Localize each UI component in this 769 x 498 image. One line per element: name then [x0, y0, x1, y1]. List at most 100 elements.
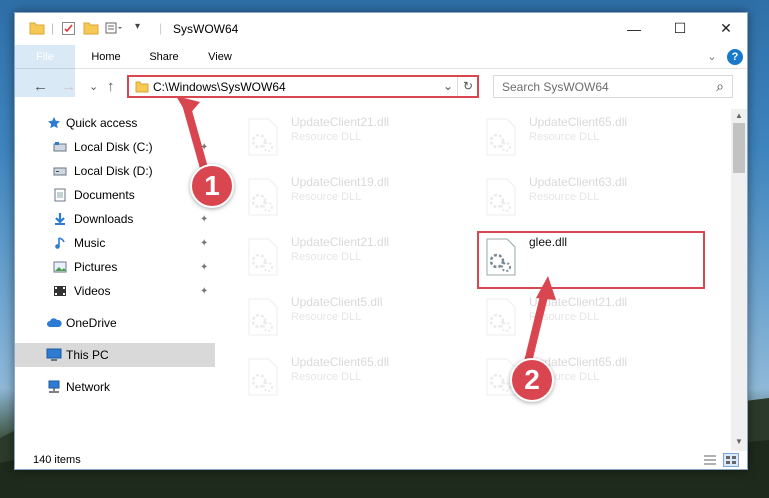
file-item[interactable]: UpdateClient21.dll Resource DLL: [241, 111, 471, 163]
dll-file-icon: [483, 117, 519, 160]
documents-icon: [51, 187, 69, 203]
sidebar-item-label: Music: [74, 236, 106, 250]
pin-icon: ✦: [200, 285, 209, 297]
dll-file-icon: [483, 297, 519, 340]
file-list: UpdateClient21.dll Resource DLL UpdateCl…: [225, 109, 731, 451]
file-name: UpdateClient21.dll: [291, 235, 390, 249]
music-icon: [51, 235, 69, 251]
scroll-down-icon[interactable]: ▼: [735, 437, 743, 446]
drive-icon: [51, 139, 69, 155]
status-bar: 140 items: [15, 451, 747, 471]
pin-icon: ✦: [200, 213, 209, 225]
address-bar[interactable]: C:\Windows\SysWOW64 ⌄ ↻: [127, 75, 479, 98]
dll-file-icon: [245, 357, 281, 400]
file-type: Resource DLL: [291, 131, 362, 143]
sidebar-item-label: Pictures: [74, 260, 118, 274]
sidebar-item-this-pc[interactable]: This PC: [15, 343, 215, 367]
step-2-badge: 2: [510, 358, 554, 402]
file-explorer-window: | ▾ | SysWOW64 — ☐ ✕ File Home Share Vie…: [14, 12, 748, 470]
address-divider: [457, 77, 458, 96]
sidebar-item-onedrive[interactable]: OneDrive: [15, 311, 215, 335]
tab-view[interactable]: View: [197, 45, 243, 69]
sidebar-item-label: OneDrive: [66, 316, 117, 330]
file-name: UpdateClient19.dll: [291, 175, 390, 189]
scrollbar-thumb[interactable]: [733, 123, 745, 173]
maximize-button[interactable]: ☐: [657, 13, 703, 44]
new-folder-icon[interactable]: [83, 21, 99, 35]
tab-share[interactable]: Share: [139, 45, 189, 69]
this-pc-icon: [45, 347, 63, 363]
sidebar-item-pictures[interactable]: Pictures ✦: [15, 255, 215, 279]
vertical-scrollbar[interactable]: ▲ ▼: [731, 109, 747, 451]
glee-dll-highlight-box: [477, 231, 705, 289]
minimize-button[interactable]: —: [611, 13, 657, 44]
sidebar-item-local-disk-d[interactable]: Local Disk (D:): [15, 159, 215, 183]
address-row: ← → ⌄ ↑ C:\Windows\SysWOW64 ⌄ ↻ Search S…: [15, 69, 747, 103]
file-type: Resource DLL: [291, 371, 362, 383]
close-button[interactable]: ✕: [703, 13, 749, 44]
sidebar-item-label: Local Disk (D:): [74, 164, 153, 178]
search-icon[interactable]: ⌕: [716, 78, 724, 95]
sidebar-item-network[interactable]: Network: [15, 375, 215, 399]
folder-icon: [135, 80, 149, 97]
customize-toolbar-icon[interactable]: [105, 21, 123, 35]
dll-file-icon: [245, 177, 281, 220]
file-item[interactable]: UpdateClient65.dll Resource DLL: [479, 111, 709, 163]
videos-icon: [51, 283, 69, 299]
pin-icon: ✦: [200, 141, 209, 153]
file-item[interactable]: UpdateClient21.dll Resource DLL: [241, 231, 471, 283]
sidebar-item-label: This PC: [66, 348, 109, 362]
properties-icon[interactable]: [61, 21, 76, 36]
expand-ribbon-icon[interactable]: ⌄: [703, 45, 721, 69]
details-view-icon[interactable]: [703, 454, 717, 469]
scroll-up-icon[interactable]: ▲: [735, 111, 743, 120]
file-name: UpdateClient65.dll: [529, 115, 628, 129]
sidebar-item-quick-access[interactable]: Quick access: [15, 111, 215, 135]
navigation-pane: Quick access Local Disk (C:) ✦ Local Dis…: [15, 109, 215, 451]
dll-file-icon: [245, 117, 281, 160]
file-type: Resource DLL: [291, 191, 362, 203]
sidebar-item-label: Documents: [74, 188, 135, 202]
file-type: Resource DLL: [291, 251, 362, 263]
file-type: Resource DLL: [529, 191, 600, 203]
window-title: SysWOW64: [173, 22, 239, 36]
pictures-icon: [51, 259, 69, 275]
sidebar-item-label: Downloads: [74, 212, 134, 226]
file-name: UpdateClient65.dll: [291, 355, 390, 369]
refresh-icon[interactable]: ↻: [463, 79, 473, 93]
recent-locations-button[interactable]: ⌄: [89, 80, 98, 93]
back-button[interactable]: ←: [33, 78, 48, 95]
sidebar-item-videos[interactable]: Videos ✦: [15, 279, 215, 303]
sidebar-item-label: Local Disk (C:): [74, 140, 153, 154]
file-type: Resource DLL: [291, 311, 362, 323]
title-bar: | ▾ | SysWOW64 — ☐ ✕: [15, 13, 747, 45]
sidebar-item-downloads[interactable]: Downloads ✦: [15, 207, 215, 231]
file-name: UpdateClient21.dll: [291, 115, 390, 129]
search-box[interactable]: Search SysWOW64 ⌕: [493, 75, 733, 98]
pin-icon: ✦: [200, 237, 209, 249]
ribbon-tabs: File Home Share View ⌄ ?: [15, 45, 747, 97]
large-icons-view-icon[interactable]: [723, 453, 739, 467]
file-item[interactable]: UpdateClient65.dll Resource DLL: [241, 351, 471, 403]
onedrive-icon: [45, 315, 63, 331]
file-item[interactable]: UpdateClient63.dll Resource DLL: [479, 171, 709, 223]
sidebar-item-local-disk-c[interactable]: Local Disk (C:) ✦: [15, 135, 215, 159]
file-item[interactable]: UpdateClient5.dll Resource DLL: [241, 291, 471, 343]
item-count: 140 items: [33, 454, 81, 466]
file-item[interactable]: UpdateClient21.dll Resource DLL: [479, 291, 709, 343]
address-dropdown-icon[interactable]: ⌄: [443, 79, 453, 93]
dll-file-icon: [245, 297, 281, 340]
chevron-down-icon[interactable]: ▾: [135, 21, 140, 32]
tab-home[interactable]: Home: [83, 45, 129, 69]
dll-file-icon: [483, 177, 519, 220]
file-item[interactable]: UpdateClient19.dll Resource DLL: [241, 171, 471, 223]
up-button[interactable]: ↑: [107, 78, 115, 95]
sidebar-item-documents[interactable]: Documents ✦: [15, 183, 215, 207]
help-icon[interactable]: ?: [727, 49, 743, 65]
forward-button[interactable]: →: [61, 78, 76, 95]
drive-icon: [51, 163, 69, 179]
toolbar-divider: |: [51, 21, 55, 35]
sidebar-item-music[interactable]: Music ✦: [15, 231, 215, 255]
sidebar-item-label: Quick access: [66, 116, 138, 130]
search-input[interactable]: Search SysWOW64: [502, 80, 609, 94]
